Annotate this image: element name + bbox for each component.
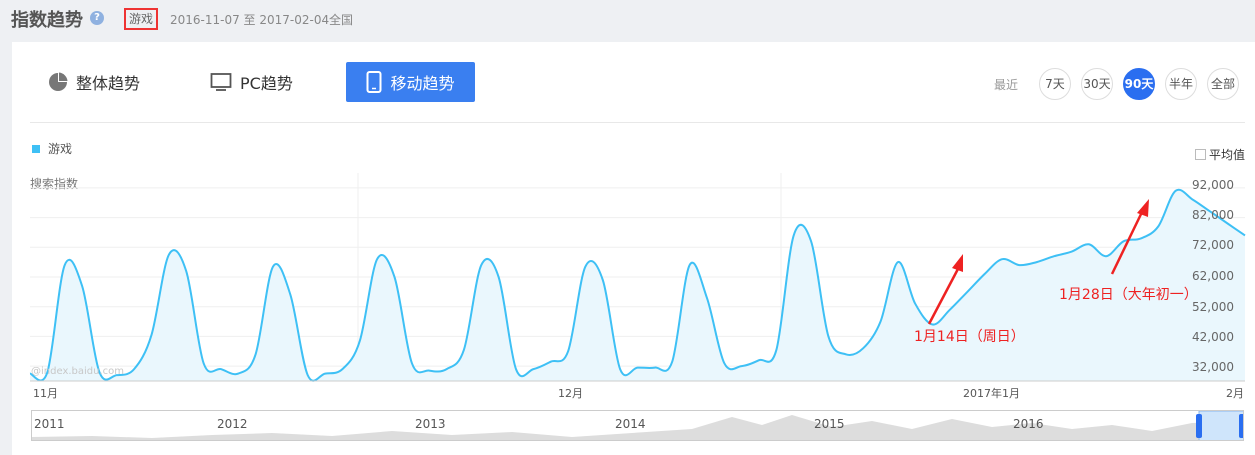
overview-year-label: 2011 — [34, 417, 65, 431]
annotation-jan14: 1月14日（周日） — [914, 329, 1025, 345]
y-tick-label: 62,000 — [1192, 269, 1234, 283]
overview-year-label: 2014 — [615, 417, 646, 431]
trend-chart — [29, 173, 1246, 382]
overview-handle-left[interactable] — [1196, 414, 1202, 438]
top-header: 指数趋势 ? 游戏 2016-11-07 至 2017-02-04 全国 — [0, 0, 1255, 40]
question-icon[interactable]: ? — [90, 11, 104, 25]
page-title: 指数趋势 — [11, 10, 83, 31]
overview-year-label: 2015 — [814, 417, 845, 431]
date-range: 2016-11-07 至 2017-02-04 — [170, 13, 330, 27]
trend-panel: 整体趋势 PC趋势 移动趋势 最近 7天 30天 90天 半年 全部 游戏 平均… — [12, 42, 1255, 455]
y-tick-label: 72,000 — [1192, 238, 1234, 252]
overview-navigator[interactable]: 2011 2012 2013 2014 2015 2016 — [31, 410, 1244, 441]
x-tick-label: 11月 — [33, 387, 58, 400]
region-label: 全国 — [329, 13, 354, 27]
x-tick-label: 2017年1月 — [963, 387, 1020, 400]
x-tick-label: 2月 — [1226, 387, 1244, 400]
overview-selection[interactable] — [1198, 411, 1244, 441]
overview-year-label: 2013 — [415, 417, 446, 431]
overview-year-label: 2016 — [1013, 417, 1044, 431]
y-tick-label: 82,000 — [1192, 208, 1234, 222]
y-tick-label: 52,000 — [1192, 300, 1234, 314]
y-tick-label: 42,000 — [1192, 330, 1234, 344]
watermark: @index.baidu.com — [31, 366, 125, 377]
keyword-tag: 游戏 — [124, 8, 159, 30]
overview-year-label: 2012 — [217, 417, 248, 431]
y-tick-label: 32,000 — [1192, 360, 1234, 374]
annotation-jan28: 1月28日（大年初一） — [1059, 287, 1198, 303]
overview-handle-right[interactable] — [1239, 414, 1244, 438]
x-tick-label: 12月 — [558, 387, 583, 400]
y-tick-label: 92,000 — [1192, 178, 1234, 192]
